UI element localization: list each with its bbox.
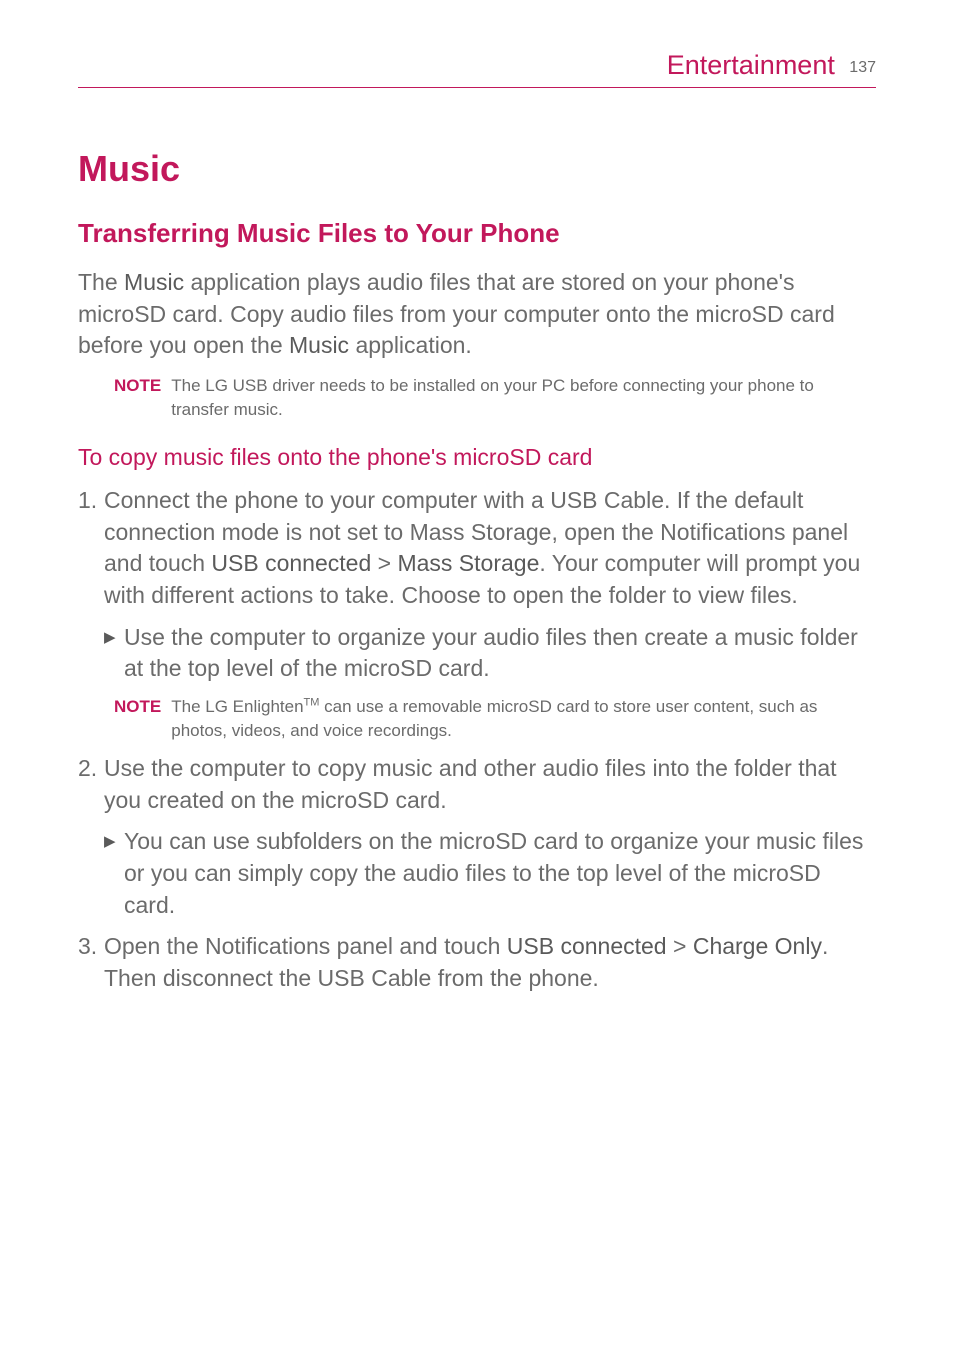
step-number: 1. [78,485,104,612]
note-text: The LG EnlightenTM can use a removable m… [171,695,876,743]
step-3: 3. Open the Notifications panel and touc… [78,931,876,994]
note-block-1: NOTE The LG USB driver needs to be insta… [114,374,876,422]
step-2-bullet: ▶ You can use subfolders on the microSD … [104,826,876,921]
intro-bold-2: Music [289,332,349,358]
step-1: 1. Connect the phone to your computer wi… [78,485,876,612]
bullet-icon: ▶ [104,826,124,921]
page-title: Music [78,148,876,190]
note-label: NOTE [114,695,161,743]
bullet-text: You can use subfolders on the microSD ca… [124,826,876,921]
step-content: Connect the phone to your computer with … [104,485,876,612]
intro-bold-1: Music [124,269,184,295]
step3-bold-2: Charge Only [693,933,822,959]
step-2: 2. Use the computer to copy music and ot… [78,753,876,816]
step3-text-1: Open the Notifications panel and touch [104,933,507,959]
step-content: Use the computer to copy music and other… [104,753,876,816]
note-block-2: NOTE The LG EnlightenTM can use a remova… [114,695,876,743]
bullet-text: Use the computer to organize your audio … [124,622,876,685]
trademark-superscript: TM [304,697,320,709]
subsection-heading: To copy music files onto the phone's mic… [78,444,876,471]
step-number: 3. [78,931,104,994]
step3-bold-1: USB connected [507,933,667,959]
step-1-bullet: ▶ Use the computer to organize your audi… [104,622,876,685]
step3-text-2: > [667,933,693,959]
step1-text-2: > [371,550,397,576]
note2-text-1: The LG Enlighten [171,697,303,716]
note-label: NOTE [114,374,161,422]
intro-text-3: application. [349,332,472,358]
note-text: The LG USB driver needs to be installed … [171,374,876,422]
page-header: Entertainment 137 [78,50,876,88]
step-number: 2. [78,753,104,816]
bullet-icon: ▶ [104,622,124,685]
section-heading: Transferring Music Files to Your Phone [78,218,876,249]
step-content: Open the Notifications panel and touch U… [104,931,876,994]
intro-paragraph: The Music application plays audio files … [78,267,876,362]
header-section-title: Entertainment [667,50,835,80]
intro-text-1: The [78,269,124,295]
step1-bold-2: Mass Storage [397,550,539,576]
step1-bold-1: USB connected [211,550,371,576]
page-number: 137 [849,59,876,76]
